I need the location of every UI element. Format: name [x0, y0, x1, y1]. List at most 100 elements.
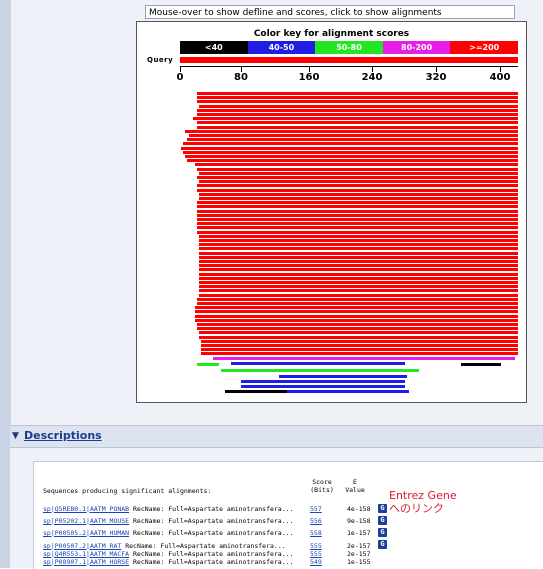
hit-bar[interactable] [201, 352, 518, 355]
hit-bar[interactable] [197, 92, 518, 95]
entrez-gene-link-icon[interactable]: G [378, 528, 387, 537]
descriptions-link[interactable]: Descriptions [24, 429, 102, 442]
hit-bar[interactable] [197, 126, 518, 129]
evalue-header-line1: E [353, 478, 357, 486]
hit-bar[interactable] [197, 168, 518, 171]
hit-bar[interactable] [197, 218, 518, 221]
evalue-text: 2e-157 [347, 542, 371, 550]
hit-bar[interactable] [197, 109, 518, 112]
hit-bar[interactable] [199, 180, 518, 183]
accession-link[interactable]: sp|P00505.2|AATM_HUMAN [43, 529, 129, 537]
hit-bar[interactable] [197, 298, 518, 301]
hit-bar[interactable] [199, 172, 518, 175]
hit-bar[interactable] [199, 252, 518, 255]
hit-bar[interactable] [197, 327, 518, 330]
axis-tick-label: 80 [234, 72, 248, 83]
hit-bar[interactable] [197, 176, 518, 179]
hit-bar[interactable] [185, 155, 518, 158]
hit-bar[interactable] [187, 159, 518, 162]
description-text: RecName: Full=Aspartate aminotransfera..… [133, 517, 294, 525]
hit-bar[interactable] [199, 268, 518, 271]
hit-bar[interactable] [197, 184, 518, 187]
entrez-gene-link-icon[interactable]: G [378, 504, 387, 513]
hit-bar[interactable] [333, 390, 409, 393]
hit-bar[interactable] [199, 264, 518, 267]
hit-bar[interactable] [199, 193, 518, 196]
hit-bar[interactable] [199, 331, 518, 334]
hit-bar[interactable] [197, 363, 219, 366]
hit-bar[interactable] [213, 357, 515, 360]
entrez-gene-link-icon[interactable]: G [378, 516, 387, 525]
hit-bar[interactable] [195, 306, 518, 309]
hit-bar[interactable] [197, 113, 518, 116]
hit-bar[interactable] [181, 147, 518, 150]
hit-bar[interactable] [199, 294, 518, 297]
hit-bar[interactable] [241, 385, 405, 388]
hit-bar[interactable] [197, 214, 518, 217]
hit-bar[interactable] [241, 380, 405, 383]
accession-link[interactable]: sp|Q5REB0.1|AATM_PONAB [43, 505, 129, 513]
hit-bar[interactable] [279, 375, 407, 378]
descriptions-section-header[interactable]: ▼ Descriptions [10, 425, 543, 448]
hit-bar[interactable] [199, 273, 518, 276]
hit-bar[interactable] [201, 344, 518, 347]
score-link[interactable]: 555 [310, 542, 322, 550]
hit-bar[interactable] [197, 205, 518, 208]
hit-bar[interactable] [197, 231, 518, 234]
hit-bar[interactable] [197, 323, 518, 326]
hit-bar[interactable] [201, 348, 518, 351]
hit-bar[interactable] [199, 243, 518, 246]
hit-bar[interactable] [221, 369, 419, 372]
hit-bar[interactable] [199, 235, 518, 238]
hit-bar[interactable] [183, 151, 518, 154]
hit-bar[interactable] [197, 189, 518, 192]
score-link[interactable]: 555 [310, 550, 322, 558]
description-text: RecName: Full=Aspartate aminotransfera..… [133, 505, 294, 513]
hit-bar[interactable] [197, 210, 518, 213]
hit-bar[interactable] [199, 239, 518, 242]
score-link[interactable]: 558 [310, 529, 322, 537]
hit-bar[interactable] [199, 289, 518, 292]
score-link[interactable]: 557 [310, 505, 322, 513]
hit-bar[interactable] [199, 197, 518, 200]
collapse-triangle-icon[interactable]: ▼ [12, 431, 19, 441]
hit-bar[interactable] [187, 138, 518, 141]
hit-bar[interactable] [197, 96, 518, 99]
hit-bar[interactable] [197, 121, 518, 124]
mouseover-hint-field[interactable]: Mouse-over to show defline and scores, c… [145, 5, 515, 19]
annotation-line-2: へのリンク [389, 502, 444, 515]
hit-bar[interactable] [199, 285, 518, 288]
hit-bar[interactable] [231, 362, 405, 365]
hit-bar[interactable] [199, 336, 518, 339]
hit-bar[interactable] [197, 100, 518, 103]
hit-bar[interactable] [197, 302, 518, 305]
accession-link[interactable]: sp|P00507.2|AATM_RAT [43, 542, 121, 550]
hit-bar[interactable] [461, 363, 501, 366]
hit-bar[interactable] [183, 142, 518, 145]
hit-bar[interactable] [195, 163, 518, 166]
hit-bar[interactable] [199, 105, 518, 108]
hit-bar[interactable] [197, 201, 518, 204]
hit-bar[interactable] [195, 315, 518, 318]
alignment-graphic[interactable]: Color key for alignment scores <40 40-50… [136, 21, 527, 403]
hit-bar[interactable] [199, 260, 518, 263]
hit-bar[interactable] [199, 277, 518, 280]
entrez-gene-link-icon[interactable]: G [378, 540, 387, 549]
hit-bar[interactable] [185, 130, 518, 133]
accession-link[interactable]: sp|P08907.1|AATM_HORSE [43, 558, 129, 566]
hit-bar[interactable] [199, 281, 518, 284]
hit-bar[interactable] [225, 390, 287, 393]
accession-link[interactable]: sp|Q4R553.1|AATM_MACFA [43, 550, 129, 558]
hit-bar[interactable] [197, 226, 518, 229]
hit-bar[interactable] [199, 256, 518, 259]
hit-bar[interactable] [201, 340, 518, 343]
hit-bar[interactable] [189, 134, 518, 137]
hit-bar[interactable] [199, 247, 518, 250]
score-link[interactable]: 549 [310, 558, 322, 566]
accession-link[interactable]: sp|P05202.1|AATM_MOUSE [43, 517, 129, 525]
hit-bar[interactable] [197, 222, 518, 225]
hit-bar[interactable] [193, 117, 518, 120]
hit-bar[interactable] [195, 319, 518, 322]
score-link[interactable]: 556 [310, 517, 322, 525]
hit-bar[interactable] [195, 310, 518, 313]
